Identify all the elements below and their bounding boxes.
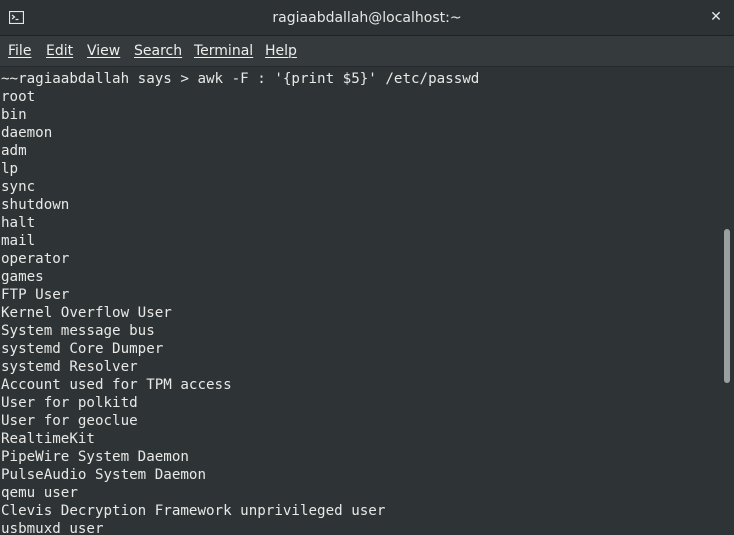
menu-view[interactable]: View [87,36,120,66]
output-line: System message bus [1,323,155,339]
output-line: FTP User [1,287,70,303]
menu-help[interactable]: Help [265,36,297,66]
terminal-output[interactable]: ~~ragiaabdallah says > awk -F : '{print … [0,67,722,535]
output-line: mail [1,233,36,249]
output-line: sync [1,179,36,195]
terminal-window: ragiaabdallah@localhost:~ ✕ File Edit Vi… [0,0,734,535]
output-line: User for geoclue [1,413,138,429]
output-line: systemd Resolver [1,359,138,375]
menu-edit[interactable]: Edit [46,36,73,66]
output-line: root [1,89,36,105]
output-line: systemd Core Dumper [1,341,164,357]
scrollbar-thumb[interactable] [724,229,730,383]
output-line: qemu user [1,485,78,501]
output-line: PipeWire System Daemon [1,449,189,465]
menu-search[interactable]: Search [134,36,182,66]
output-line: bin [1,107,27,123]
output-line: games [1,269,44,285]
menu-terminal[interactable]: Terminal [194,36,253,66]
close-icon: ✕ [710,9,722,25]
output-line: RealtimeKit [1,431,95,447]
command-prompt-line: ~~ragiaabdallah says > awk -F : '{print … [1,71,480,87]
output-line: User for polkitd [1,395,138,411]
output-line: Clevis Decryption Framework unprivileged… [1,503,386,519]
vertical-scrollbar[interactable] [722,67,734,535]
title-bar: ragiaabdallah@localhost:~ ✕ [0,0,734,36]
output-line: Account used for TPM access [1,377,232,393]
menu-bar: File Edit View Search Terminal Help [0,36,734,67]
close-button[interactable]: ✕ [707,8,725,26]
menu-file[interactable]: File [8,36,31,66]
output-line: Kernel Overflow User [1,305,172,321]
output-line: lp [1,161,19,177]
output-line: daemon [1,125,53,141]
output-line: shutdown [1,197,70,213]
window-title: ragiaabdallah@localhost:~ [272,10,462,26]
output-line: adm [1,143,27,159]
output-line: PulseAudio System Daemon [1,467,206,483]
output-line: operator [1,251,70,267]
output-line: usbmuxd user [1,521,104,535]
output-line: halt [1,215,36,231]
